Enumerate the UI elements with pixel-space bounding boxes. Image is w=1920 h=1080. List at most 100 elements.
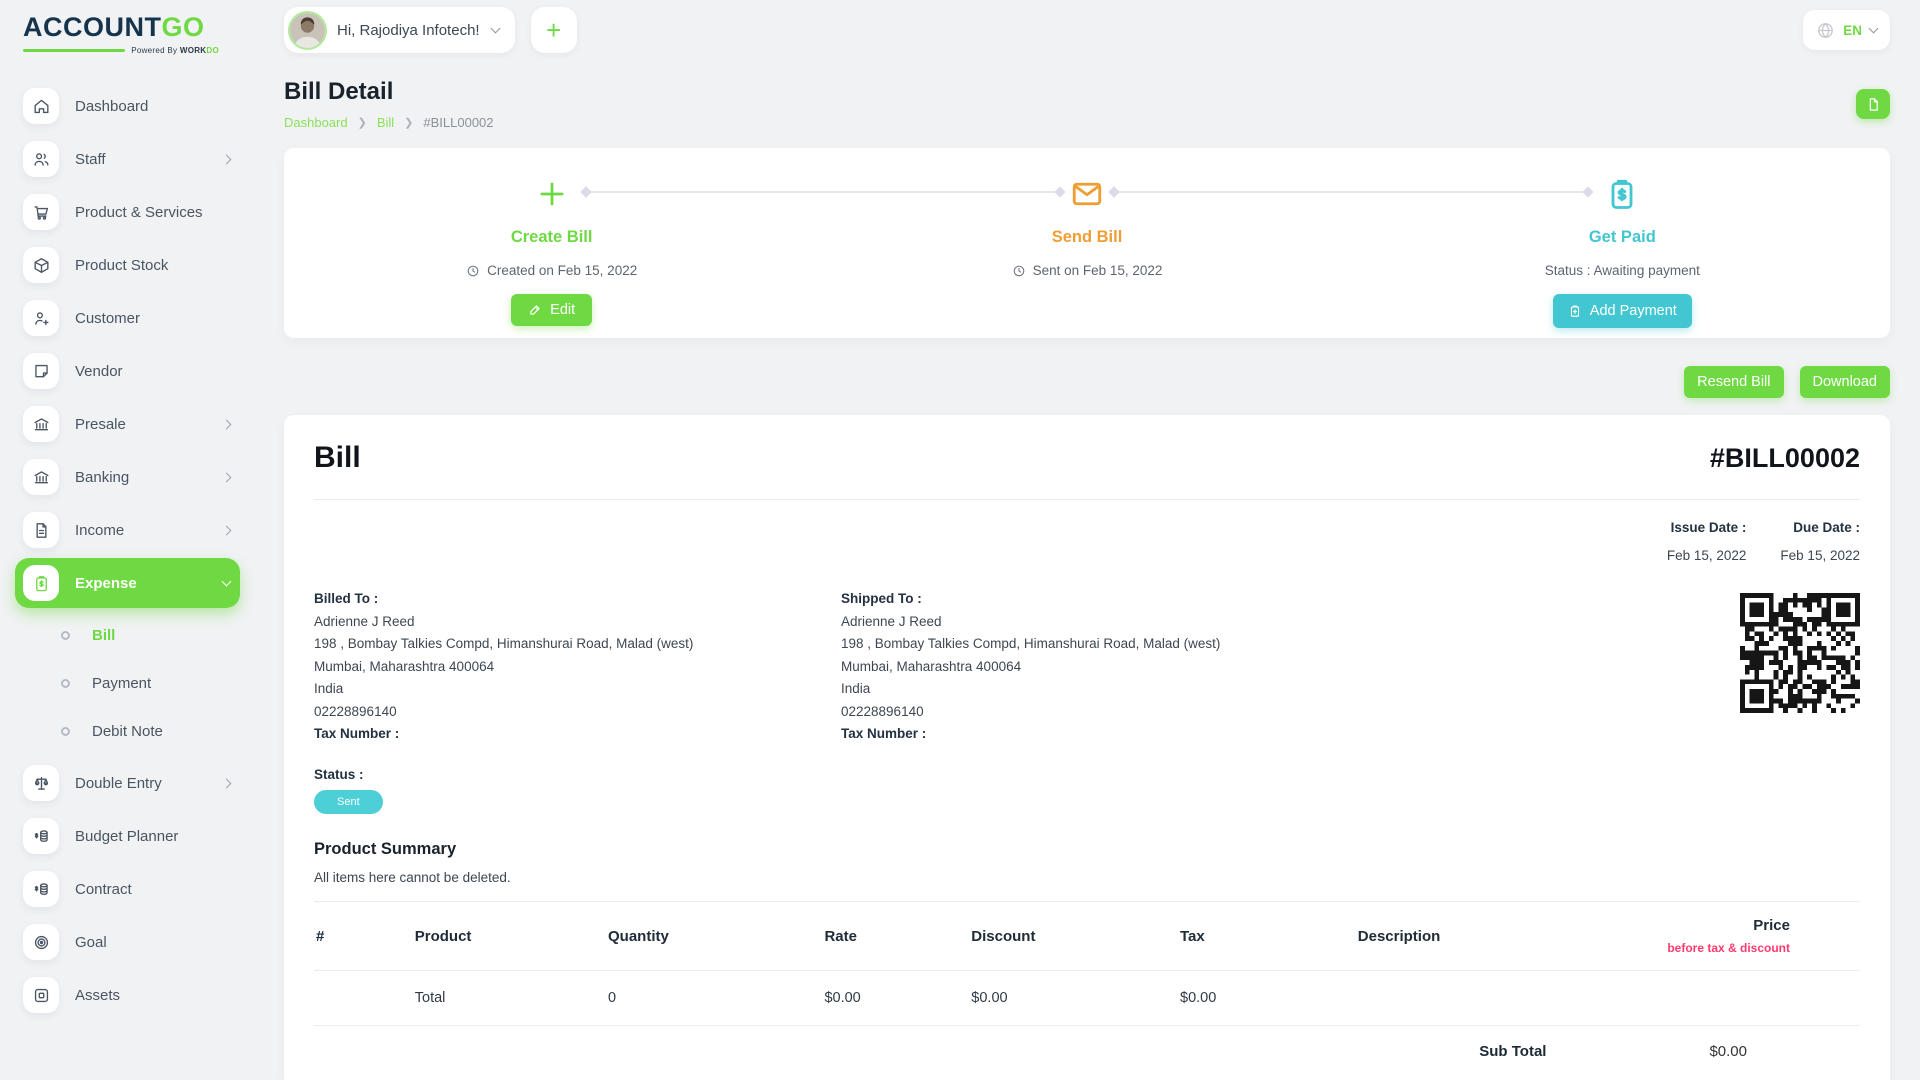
total-tax: $0.00 <box>1172 971 1350 1026</box>
brand-underline <box>23 49 125 52</box>
billed-to-block: Billed To : Adrienne J Reed 198 , Bombay… <box>314 591 841 741</box>
bill-title: Bill <box>314 441 361 475</box>
issue-date-value: Feb 15, 2022 <box>1667 548 1747 563</box>
step-get-paid: Get Paid Status : Awaiting payment Add P… <box>1355 148 1890 338</box>
paid-clipboard-icon <box>1604 172 1640 216</box>
total-row: Total 0 $0.00 $0.00 $0.00 <box>314 971 1860 1026</box>
sidebar-item-double-entry[interactable]: Double Entry <box>15 758 240 808</box>
items-table-header-row: # Product Quantity Rate Discount Tax Des… <box>314 902 1860 971</box>
due-date-label: Due Date : <box>1780 520 1860 535</box>
bill-status: Status : Sent <box>314 767 1860 814</box>
sidebar-item-dashboard[interactable]: Dashboard <box>15 81 240 131</box>
preview-document-button[interactable] <box>1856 89 1890 119</box>
brand-name: ACCOUNTGO <box>23 14 258 41</box>
chevron-down-icon <box>1869 23 1879 33</box>
sidebar-item-assets[interactable]: Assets <box>15 970 240 1020</box>
target-icon <box>23 924 59 960</box>
sidebar-item-budget-planner[interactable]: Budget Planner <box>15 811 240 861</box>
add-payment-button[interactable]: Add Payment <box>1553 294 1692 328</box>
breadcrumb-current: #BILL00002 <box>423 115 493 130</box>
globe-icon <box>1816 21 1835 40</box>
breadcrumb-bill[interactable]: Bill <box>377 115 394 130</box>
col-discount: Discount <box>963 902 1172 971</box>
bill-parties: Billed To : Adrienne J Reed 198 , Bombay… <box>314 591 1860 741</box>
language-code: EN <box>1843 23 1862 38</box>
subtotal-label: Sub Total <box>1479 1043 1546 1060</box>
language-selector[interactable]: EN <box>1803 10 1890 50</box>
progress-connector <box>1112 191 1590 193</box>
sent-date-text: Sent on Feb 15, 2022 <box>1033 263 1163 278</box>
sidebar-item-product-services[interactable]: Product & Services <box>15 187 240 237</box>
total-discount: $0.00 <box>963 971 1172 1026</box>
sidebar-item-product-stock[interactable]: Product Stock <box>15 240 240 290</box>
chevron-down-icon <box>222 576 232 586</box>
greeting-text: Hi, Rajodiya Infotech! <box>337 22 480 39</box>
sidebar-item-goal[interactable]: Goal <box>15 917 240 967</box>
pencil-icon <box>528 303 542 317</box>
product-summary-title: Product Summary <box>314 840 1860 859</box>
resend-bill-button[interactable]: Resend Bill <box>1684 366 1783 398</box>
quick-add-button[interactable]: + <box>531 7 577 53</box>
clipboard-icon <box>1568 304 1582 318</box>
user-menu[interactable]: Hi, Rajodiya Infotech! <box>284 7 515 53</box>
step-create-bill: Create Bill Created on Feb 15, 2022 Edit <box>284 148 819 338</box>
invoice-icon <box>23 512 59 548</box>
divider <box>314 499 1860 500</box>
clipboard-dollar-icon <box>23 565 59 601</box>
powered-by: Powered By WORKDO <box>23 46 219 55</box>
chevron-down-icon <box>490 23 500 33</box>
shipped-to-block: Shipped To : Adrienne J Reed 198 , Bomba… <box>841 591 1740 741</box>
subtotal-value: $0.00 <box>1709 1043 1747 1060</box>
users-icon <box>23 141 59 177</box>
bill-progress-card: Create Bill Created on Feb 15, 2022 Edit… <box>284 148 1890 338</box>
file-icon <box>1866 97 1881 112</box>
sidebar-item-staff[interactable]: Staff <box>15 134 240 184</box>
sidebar-item-customer[interactable]: Customer <box>15 293 240 343</box>
home-icon <box>23 88 59 124</box>
page-title: Bill Detail <box>284 78 494 106</box>
user-plus-icon <box>23 300 59 336</box>
col-rate: Rate <box>816 902 963 971</box>
edit-bill-button[interactable]: Edit <box>511 294 592 326</box>
sidebar-item-income[interactable]: Income <box>15 505 240 555</box>
sidebar-item-expense[interactable]: Expense <box>15 558 240 608</box>
sidebar-subitem-debit-note[interactable]: Debit Note <box>23 707 258 755</box>
envelope-icon <box>1069 172 1105 216</box>
box-icon <box>23 247 59 283</box>
payment-status-text: Status : Awaiting payment <box>1545 263 1700 278</box>
sidebar-item-vendor[interactable]: Vendor <box>15 346 240 396</box>
sidebar-subitem-payment[interactable]: Payment <box>23 659 258 707</box>
top-bar: Hi, Rajodiya Infotech! + EN <box>284 4 1890 56</box>
col-product: Product <box>407 902 600 971</box>
breadcrumb-separator: ❯ <box>358 116 367 129</box>
sidebar-item-presale[interactable]: Presale <box>15 399 240 449</box>
bullet-ring-icon <box>61 727 70 736</box>
assets-icon <box>23 977 59 1013</box>
col-quantity: Quantity <box>600 902 816 971</box>
clock-icon <box>466 264 480 278</box>
plus-icon <box>536 172 568 216</box>
breadcrumb-separator: ❯ <box>404 116 413 129</box>
status-badge: Sent <box>314 790 383 814</box>
brand-logo[interactable]: ACCOUNTGO Powered By WORKDO <box>23 14 258 55</box>
bill-detail-card: Bill #BILL00002 Issue Date : Feb 15, 202… <box>284 415 1890 1080</box>
total-quantity: 0 <box>600 971 816 1026</box>
bank-icon <box>23 406 59 442</box>
issue-date-label: Issue Date : <box>1667 520 1747 535</box>
sidebar-item-contract[interactable]: Contract <box>15 864 240 914</box>
items-table: # Product Quantity Rate Discount Tax Des… <box>314 901 1860 1026</box>
due-date-value: Feb 15, 2022 <box>1780 548 1860 563</box>
sidebar-subitem-bill[interactable]: Bill <box>23 611 258 659</box>
avatar <box>290 13 325 48</box>
breadcrumb-dashboard[interactable]: Dashboard <box>284 115 348 130</box>
total-label: Total <box>407 971 600 1026</box>
step-send-bill: Send Bill Sent on Feb 15, 2022 <box>819 148 1354 338</box>
product-summary-note: All items here cannot be deleted. <box>314 870 1860 885</box>
download-button[interactable]: Download <box>1800 366 1891 398</box>
total-rate: $0.00 <box>816 971 963 1026</box>
progress-connector <box>584 191 1062 193</box>
vendor-note-icon <box>23 353 59 389</box>
chevron-right-icon <box>222 778 232 788</box>
sidebar-item-banking[interactable]: Banking <box>15 452 240 502</box>
chevron-right-icon <box>222 525 232 535</box>
